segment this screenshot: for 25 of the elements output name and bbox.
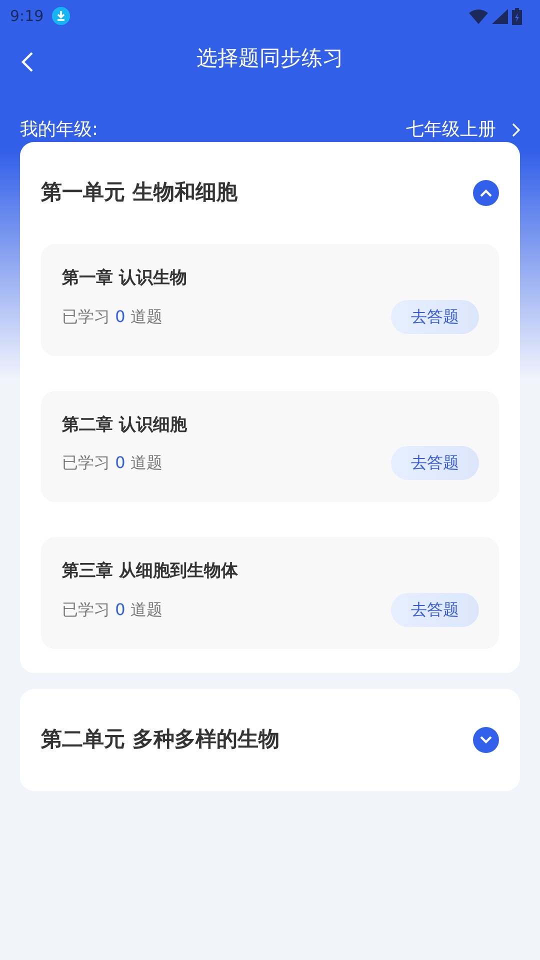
chevron-down-icon <box>480 736 492 744</box>
battery-icon <box>512 8 522 24</box>
signal-icon <box>492 8 508 24</box>
download-icon <box>52 7 70 25</box>
grade-label: 我的年级: <box>20 118 98 142</box>
chapter-title: 第二章 认识细胞 <box>62 414 188 436</box>
collapse-button[interactable] <box>473 180 499 206</box>
answer-button[interactable]: 去答题 <box>391 592 479 626</box>
answer-button[interactable]: 去答题 <box>391 300 479 334</box>
back-icon <box>20 50 34 73</box>
answer-button[interactable]: 去答题 <box>391 446 479 480</box>
unit-title[interactable]: 第一单元 生物和细胞 <box>41 177 238 209</box>
chapter-title: 第三章 从细胞到生物体 <box>62 560 239 583</box>
progress-text: 已学习 0 道题 <box>62 598 162 620</box>
unit-title[interactable]: 第二单元 多种多样的生物 <box>41 724 280 756</box>
chapter-title: 第一章 认识生物 <box>62 267 188 290</box>
chevron-up-icon <box>480 189 492 197</box>
status-time: 9:19 <box>10 6 44 27</box>
progress-text: 已学习 0 道题 <box>62 452 162 474</box>
progress-text: 已学习 0 道题 <box>62 306 162 328</box>
page-title: 选择题同步练习 <box>196 45 344 72</box>
wifi-icon <box>469 8 488 24</box>
chevron-right-icon <box>512 122 520 136</box>
expand-button[interactable] <box>473 726 499 752</box>
grade-selector[interactable]: 七年级上册 <box>406 116 520 143</box>
